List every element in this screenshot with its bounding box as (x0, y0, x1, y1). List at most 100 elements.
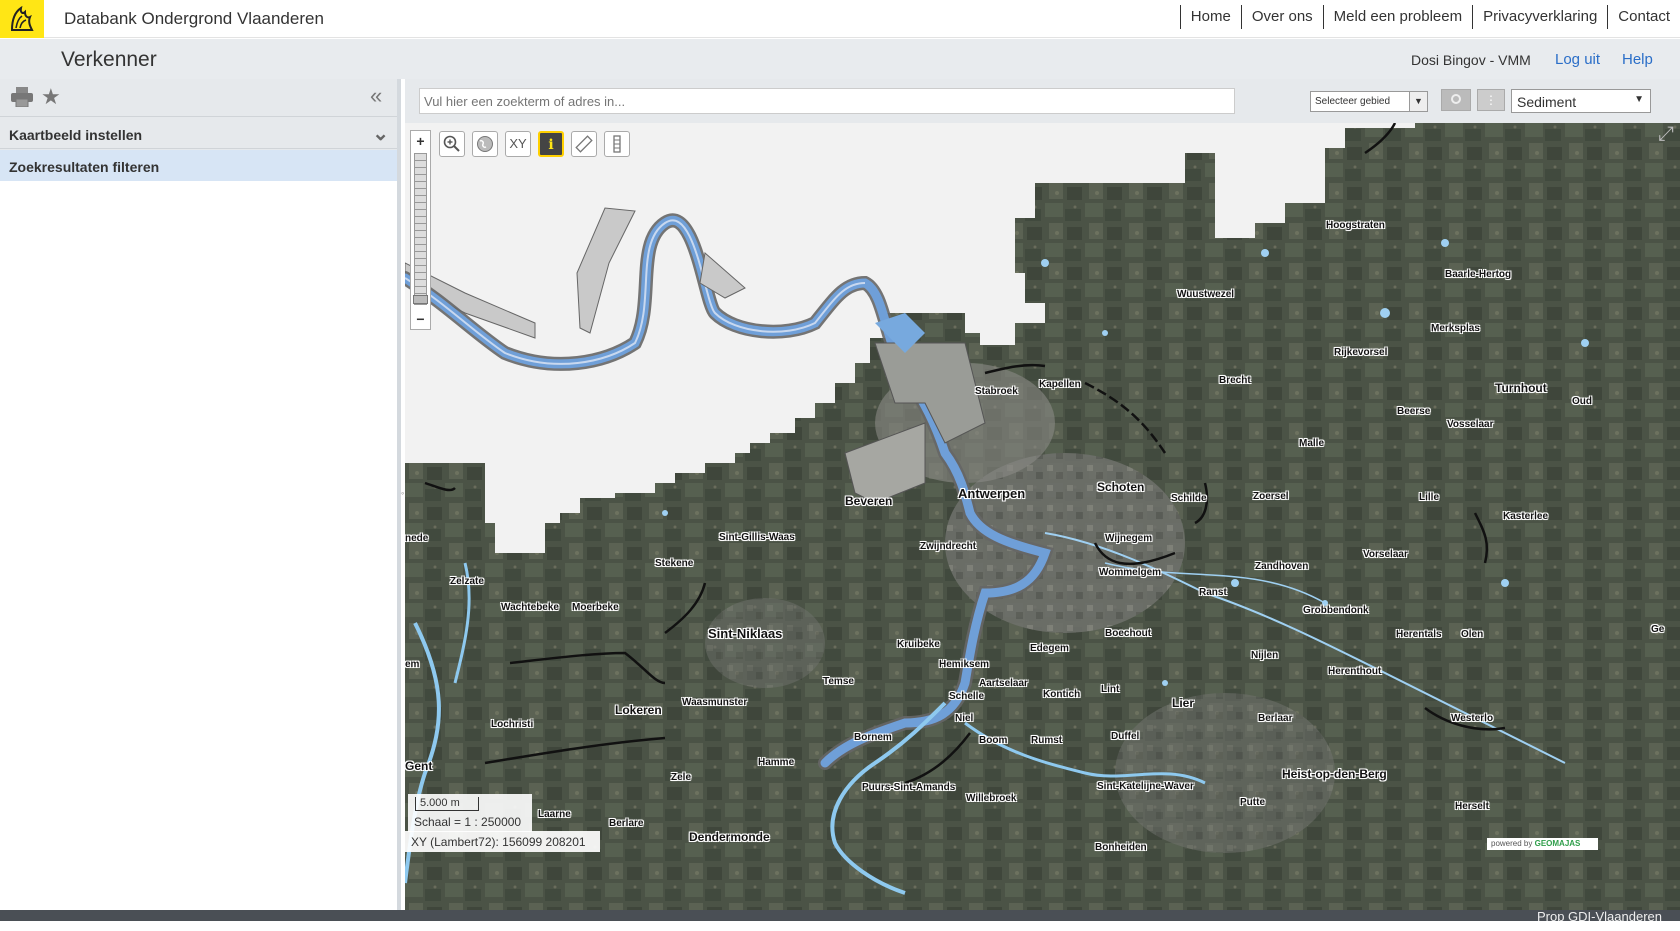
place-label: Lint (1101, 684, 1120, 695)
place-label: Wommelgem (1099, 567, 1162, 578)
panel-zoekresultaten-filteren[interactable]: Zoekresultaten filteren (0, 150, 397, 181)
place-label: Rumst (1031, 735, 1063, 746)
place-label: Lochristi (491, 719, 534, 730)
place-label: Berlare (609, 818, 644, 829)
fullscreen-icon[interactable]: ⤢ (1658, 123, 1674, 146)
attribution-prefix: powered by (1491, 839, 1533, 848)
map-canvas[interactable] (405, 123, 1680, 910)
place-label: Vosselaar (1447, 419, 1494, 430)
sidebar: ★ « Kaartbeeld instellen ⌄ Zoekresultate… (0, 79, 401, 910)
info-tool[interactable]: i (538, 131, 564, 157)
zoom-full-extent-tool[interactable] (472, 131, 498, 157)
place-label: Zoersel (1253, 491, 1289, 502)
place-label: Malle (1299, 438, 1325, 449)
place-label: Puurs-Sint-Amands (862, 782, 956, 793)
page-title: Verkenner (61, 48, 157, 71)
place-label: Sint-Niklaas (708, 626, 783, 641)
place-label: Boechout (1105, 628, 1152, 639)
logout-link[interactable]: Log uit (1555, 51, 1600, 68)
help-link[interactable]: Help (1622, 51, 1653, 68)
measure-tool[interactable] (571, 131, 597, 157)
search-icon (1451, 94, 1461, 104)
area-select[interactable]: Selecteer gebied ▼ (1310, 91, 1428, 112)
place-label: Oud (1572, 396, 1592, 407)
place-label: Stabroek (975, 386, 1018, 397)
place-label: Vorselaar (1363, 549, 1408, 560)
zoom-slider[interactable] (414, 153, 427, 305)
scale-bar: 5.000 m (415, 797, 479, 811)
footer: Prop GDI-Vlaanderen (0, 910, 1680, 921)
place-label: Wijnegem (1105, 533, 1153, 544)
attribution-brand: GEOMAJAS (1534, 839, 1581, 848)
map-view[interactable]: Hoogstraten Baarle-Hertog Wuustwezel Mer… (405, 123, 1680, 910)
place-label: Edegem (1030, 643, 1069, 654)
place-label: Herentals (1396, 629, 1442, 640)
place-label: Schelle (949, 691, 985, 702)
search-button[interactable] (1441, 89, 1471, 111)
nav-privacyverklaring[interactable]: Privacyverklaring (1472, 5, 1607, 29)
collapse-sidebar-icon[interactable]: « (370, 83, 382, 109)
place-label: Lokeren (615, 703, 662, 717)
place-label: Moerbeke (572, 602, 619, 613)
user-name: Dosi Bingov - VMM (1411, 52, 1531, 68)
place-label: Willebroek (966, 793, 1017, 804)
place-label: Kruibeke (897, 639, 940, 650)
place-label: Niel (955, 713, 974, 724)
zoom-in-button[interactable]: + (411, 131, 430, 151)
more-options-button[interactable]: ⋮ (1477, 89, 1505, 111)
flemish-lion-logo[interactable] (0, 0, 44, 38)
dropdown-arrow-icon: ▼ (1409, 92, 1427, 111)
zoom-slider-handle[interactable] (413, 295, 428, 304)
dropdown-arrow-icon: ▼ (1634, 94, 1644, 105)
geomajas-attribution[interactable]: powered by GEOMAJAS (1487, 838, 1598, 850)
place-label: Bornem (854, 732, 892, 743)
app-header: Verkenner Dosi Bingov - VMM Log uit Help (0, 39, 1680, 79)
place-label: Turnhout (1495, 381, 1547, 395)
magnifier-plus-icon (443, 135, 460, 152)
place-label: Zwijndrecht (920, 541, 977, 552)
place-label: Putte (1240, 797, 1265, 808)
place-label: Zele (671, 772, 692, 783)
search-input[interactable] (419, 88, 1235, 114)
place-label: Boom (979, 735, 1008, 746)
panel-kaartbeeld-label: Kaartbeeld instellen (9, 127, 143, 143)
layer-select[interactable]: Sediment ▼ (1511, 89, 1651, 113)
place-label: Herselt (1455, 801, 1489, 812)
zoom-out-button[interactable]: − (411, 309, 430, 329)
place-label: Sint-Gillis-Waas (719, 532, 795, 543)
place-label: Wuustwezel (1177, 289, 1235, 300)
borehole-tool[interactable] (604, 131, 630, 157)
place-label: Beerse (1397, 406, 1431, 417)
nav-home[interactable]: Home (1179, 5, 1241, 29)
xy-coordinate-tool[interactable]: XY (505, 131, 531, 157)
place-label: Gent (405, 759, 433, 773)
place-label: Hamme (758, 757, 795, 768)
place-label: Waasmunster (682, 697, 748, 708)
zoom-rectangle-tool[interactable] (439, 131, 465, 157)
place-label: Baarle-Hertog (1445, 269, 1512, 280)
favorite-star-icon[interactable]: ★ (41, 86, 61, 108)
ruler-icon (575, 135, 593, 153)
place-label: Kasterlee (1503, 511, 1549, 522)
nav-over-ons[interactable]: Over ons (1240, 5, 1323, 29)
footer-text: Prop GDI-Vlaanderen (1536, 911, 1662, 921)
place-label: Schoten (1097, 480, 1145, 494)
place-label: Wachtebeke (501, 602, 559, 613)
place-label: Hoogstraten (1326, 220, 1385, 231)
area-select-value: Selecteer gebied (1315, 96, 1391, 107)
place-label: Merksplas (1431, 323, 1480, 334)
chevron-double-down-icon[interactable]: ⌄ (372, 121, 389, 146)
layer-select-value: Sediment (1517, 94, 1577, 110)
place-label: Kapellen (1039, 379, 1081, 390)
nav-contact[interactable]: Contact (1607, 5, 1680, 29)
place-label: Herenthout (1328, 666, 1382, 677)
scale-text: Schaal = 1 : 250000 (414, 815, 522, 829)
print-icon[interactable] (11, 87, 33, 107)
place-label: Aartselaar (979, 678, 1028, 689)
place-label: Berlaar (1258, 713, 1293, 724)
drill-icon (613, 135, 621, 153)
sidebar-toolbar: ★ « (0, 79, 397, 117)
nav-meld-probleem[interactable]: Meld een probleem (1322, 5, 1472, 29)
place-label: Zelzate (450, 576, 484, 587)
panel-kaartbeeld-instellen[interactable]: Kaartbeeld instellen ⌄ (0, 118, 397, 149)
